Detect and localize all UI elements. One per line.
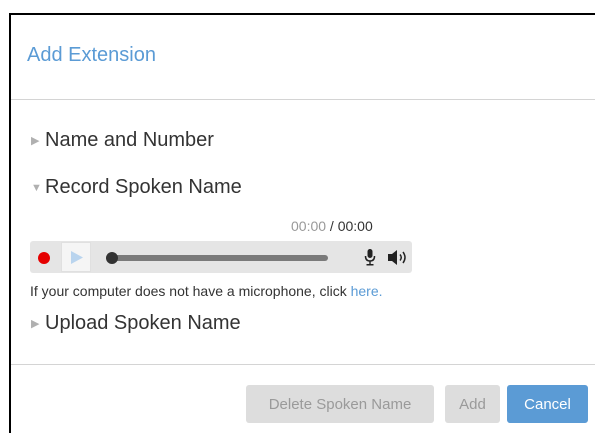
note-text: If your computer does not have a microph… — [30, 283, 351, 299]
section-upload-spoken-name[interactable]: ▶ Upload Spoken Name — [31, 312, 241, 335]
add-extension-dialog: Add Extension ▶ Name and Number ▼ Record… — [9, 13, 595, 433]
speaker-icon[interactable] — [387, 249, 409, 266]
section-label: Upload Spoken Name — [45, 312, 241, 334]
total-time: 00:00 — [337, 218, 373, 234]
section-label: Name and Number — [45, 129, 214, 151]
caret-right-icon: ▶ — [31, 318, 40, 330]
audio-recorder — [30, 241, 412, 273]
play-icon — [71, 251, 83, 264]
section-name-and-number[interactable]: ▶ Name and Number — [31, 129, 214, 152]
play-button[interactable] — [61, 242, 91, 272]
caret-right-icon: ▶ — [31, 135, 40, 147]
dialog-title: Add Extension — [27, 44, 156, 66]
footer-divider — [11, 364, 595, 365]
section-label: Record Spoken Name — [45, 176, 242, 198]
microphone-note: If your computer does not have a microph… — [30, 283, 383, 299]
record-icon[interactable] — [38, 252, 50, 264]
cancel-button[interactable]: Cancel — [507, 385, 588, 423]
add-button[interactable]: Add — [445, 385, 500, 423]
current-time: 00:00 — [291, 218, 327, 234]
time-separator: / — [326, 218, 338, 234]
time-display: 00:00 / 00:00 — [291, 218, 373, 234]
caret-down-icon: ▼ — [31, 181, 42, 194]
microphone-icon[interactable] — [364, 249, 376, 266]
delete-spoken-name-button[interactable]: Delete Spoken Name — [246, 385, 434, 423]
title-divider — [11, 99, 595, 100]
progress-knob[interactable] — [106, 252, 118, 264]
here-link[interactable]: here. — [351, 283, 383, 299]
progress-track[interactable] — [106, 252, 328, 264]
section-record-spoken-name[interactable]: ▼ Record Spoken Name — [31, 176, 242, 199]
